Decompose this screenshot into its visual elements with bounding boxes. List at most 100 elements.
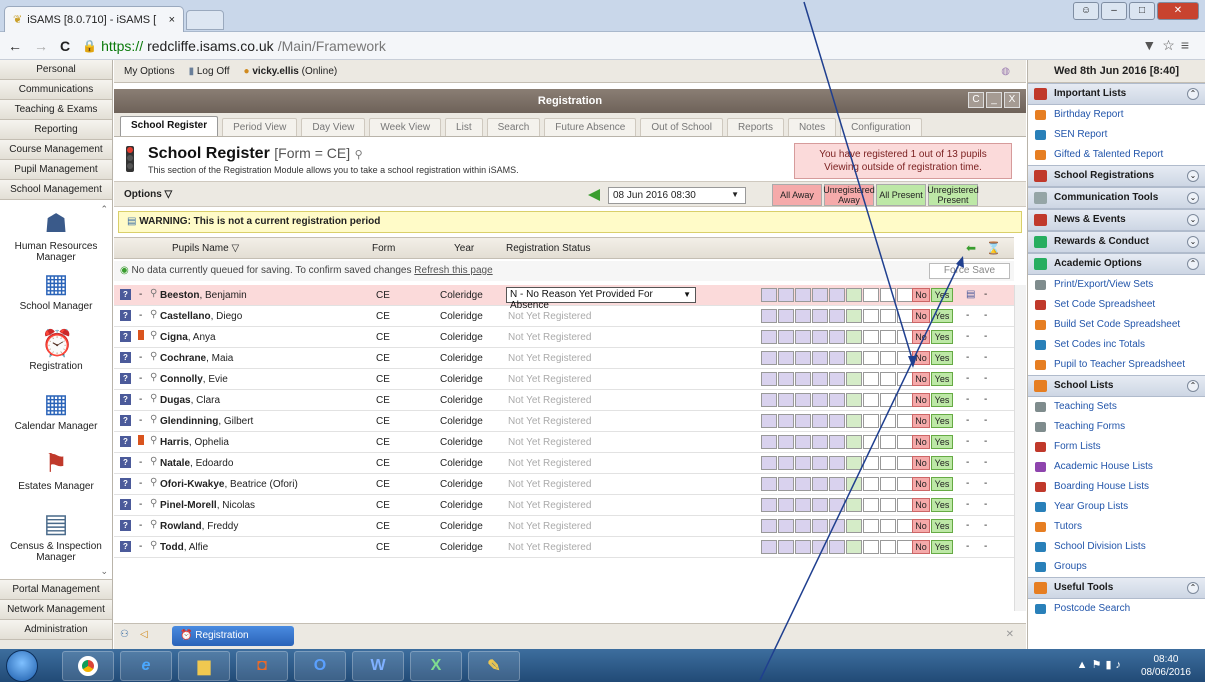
period-box[interactable] bbox=[880, 351, 896, 365]
refresh-panel-button[interactable]: C bbox=[968, 92, 984, 108]
collapse-icon[interactable]: ⌃ bbox=[1187, 582, 1199, 594]
launcher-item[interactable]: ▦ School Manager bbox=[0, 266, 112, 326]
launcher-item[interactable]: ▦ Calendar Manager bbox=[0, 386, 112, 446]
quick-register-button[interactable]: All Away bbox=[772, 184, 822, 206]
collapse-icon[interactable]: ⌃ bbox=[1187, 258, 1199, 270]
absent-no-button[interactable]: No bbox=[912, 540, 930, 554]
period-box[interactable] bbox=[778, 330, 794, 344]
present-yes-button[interactable]: Yes bbox=[931, 351, 953, 365]
period-box[interactable] bbox=[761, 435, 777, 449]
period-box[interactable] bbox=[778, 414, 794, 428]
period-box[interactable] bbox=[795, 393, 811, 407]
period-box[interactable] bbox=[829, 288, 845, 302]
present-yes-button[interactable]: Yes bbox=[931, 414, 953, 428]
launcher-item[interactable]: ▤ Census & Inspection Manager bbox=[0, 506, 112, 566]
nav-item[interactable]: Network Management bbox=[0, 600, 112, 620]
help-icon[interactable]: ? bbox=[120, 331, 131, 342]
period-box[interactable] bbox=[812, 414, 828, 428]
launcher-item[interactable]: ⏰ Registration bbox=[0, 326, 112, 386]
back-arrow-icon[interactable]: ◁ bbox=[140, 629, 148, 640]
period-box[interactable] bbox=[863, 330, 879, 344]
quick-register-button[interactable]: All Present bbox=[876, 184, 926, 206]
period-box[interactable] bbox=[829, 372, 845, 386]
tray-arrow-icon[interactable]: ▲ bbox=[1077, 659, 1092, 671]
period-box[interactable] bbox=[880, 540, 896, 554]
period-box[interactable] bbox=[795, 498, 811, 512]
period-box[interactable] bbox=[897, 309, 913, 323]
pupil-name[interactable]: Natale, Edoardo bbox=[160, 458, 233, 469]
user-icon[interactable]: ☺ bbox=[1073, 2, 1099, 20]
present-yes-button[interactable]: Yes bbox=[931, 288, 953, 302]
excel-icon[interactable]: X bbox=[410, 651, 462, 681]
period-box[interactable] bbox=[897, 330, 913, 344]
period-box[interactable] bbox=[778, 435, 794, 449]
period-box[interactable] bbox=[795, 435, 811, 449]
table-row[interactable]: ? - ⚲ Natale, Edoardo CE Coleridge Not Yet Reg… bbox=[114, 453, 1014, 474]
absent-no-button[interactable]: No bbox=[912, 519, 930, 533]
period-box[interactable] bbox=[829, 540, 845, 554]
period-box[interactable] bbox=[795, 288, 811, 302]
table-row[interactable]: ? - ⚲ Glendinning, Gilbert CE Coleridge Not Ye… bbox=[114, 411, 1014, 432]
tab-item[interactable]: Period View bbox=[222, 118, 298, 136]
period-box[interactable] bbox=[778, 456, 794, 470]
period-box[interactable] bbox=[812, 288, 828, 302]
pupil-name[interactable]: Rowland, Freddy bbox=[160, 521, 238, 532]
period-box[interactable] bbox=[846, 477, 862, 491]
help-icon[interactable]: ? bbox=[120, 478, 131, 489]
present-yes-button[interactable]: Yes bbox=[931, 540, 953, 554]
start-button-icon[interactable] bbox=[6, 650, 38, 682]
period-box[interactable] bbox=[880, 456, 896, 470]
notes-icon[interactable]: ▤ bbox=[966, 289, 975, 300]
period-box[interactable] bbox=[880, 288, 896, 302]
nav-item[interactable]: Teaching & Exams bbox=[0, 100, 112, 120]
table-row[interactable]: ? - ⚲ Castellano, Diego CE Coleridge Not Yet R… bbox=[114, 306, 1014, 327]
period-box[interactable] bbox=[897, 372, 913, 386]
collapse-icon[interactable]: ⌃ bbox=[1187, 88, 1199, 100]
absent-no-button[interactable]: No bbox=[912, 477, 930, 491]
period-box[interactable] bbox=[863, 477, 879, 491]
chrome-icon[interactable] bbox=[62, 651, 114, 681]
absent-no-button[interactable]: No bbox=[912, 456, 930, 470]
period-box[interactable] bbox=[761, 414, 777, 428]
people-icon[interactable]: ⚇ bbox=[120, 629, 129, 640]
period-box[interactable] bbox=[812, 393, 828, 407]
help-icon[interactable]: ? bbox=[120, 541, 131, 552]
sidebar-link[interactable]: Groups bbox=[1028, 557, 1205, 577]
sidebar-link[interactable]: Year Group Lists bbox=[1028, 497, 1205, 517]
period-box[interactable] bbox=[897, 456, 913, 470]
table-row[interactable]: ? - ⚲ Ofori-Kwakye, Beatrice (Ofori) CE Coler… bbox=[114, 474, 1014, 495]
tab-item[interactable]: Notes bbox=[787, 118, 837, 136]
help-icon[interactable]: ? bbox=[120, 457, 131, 468]
file-explorer-icon[interactable]: ▆ bbox=[178, 651, 230, 681]
pupil-name[interactable]: Cigna, Anya bbox=[160, 332, 216, 343]
period-box[interactable] bbox=[795, 477, 811, 491]
period-box[interactable] bbox=[829, 309, 845, 323]
sidebar-link[interactable]: SEN Report bbox=[1028, 125, 1205, 145]
period-box[interactable] bbox=[761, 288, 777, 302]
launcher-item[interactable]: ⚑ Estates Manager bbox=[0, 446, 112, 506]
period-box[interactable] bbox=[812, 309, 828, 323]
registration-task-button[interactable]: ⏰ Registration bbox=[172, 626, 294, 646]
pupil-name[interactable]: Todd, Alfie bbox=[160, 542, 208, 553]
period-box[interactable] bbox=[812, 519, 828, 533]
period-box[interactable] bbox=[846, 414, 862, 428]
help-icon[interactable]: ? bbox=[120, 394, 131, 405]
absent-no-button[interactable]: No bbox=[912, 414, 930, 428]
period-box[interactable] bbox=[778, 288, 794, 302]
period-box[interactable] bbox=[829, 456, 845, 470]
period-box[interactable] bbox=[812, 456, 828, 470]
quick-register-button[interactable]: Unregistered Away bbox=[823, 184, 875, 206]
network-icon[interactable]: ▮ bbox=[1105, 659, 1115, 671]
period-box[interactable] bbox=[880, 435, 896, 449]
expand-icon[interactable]: ⌄ bbox=[1187, 214, 1199, 226]
pupil-name[interactable]: Castellano, Diego bbox=[160, 311, 242, 322]
period-box[interactable] bbox=[778, 519, 794, 533]
absent-no-button[interactable]: No bbox=[912, 435, 930, 449]
nav-item[interactable]: Reporting bbox=[0, 120, 112, 140]
word-icon[interactable]: W bbox=[352, 651, 404, 681]
period-box[interactable] bbox=[863, 519, 879, 533]
period-box[interactable] bbox=[863, 288, 879, 302]
period-box[interactable] bbox=[778, 540, 794, 554]
table-scrollbar[interactable] bbox=[1014, 285, 1026, 611]
period-box[interactable] bbox=[880, 414, 896, 428]
